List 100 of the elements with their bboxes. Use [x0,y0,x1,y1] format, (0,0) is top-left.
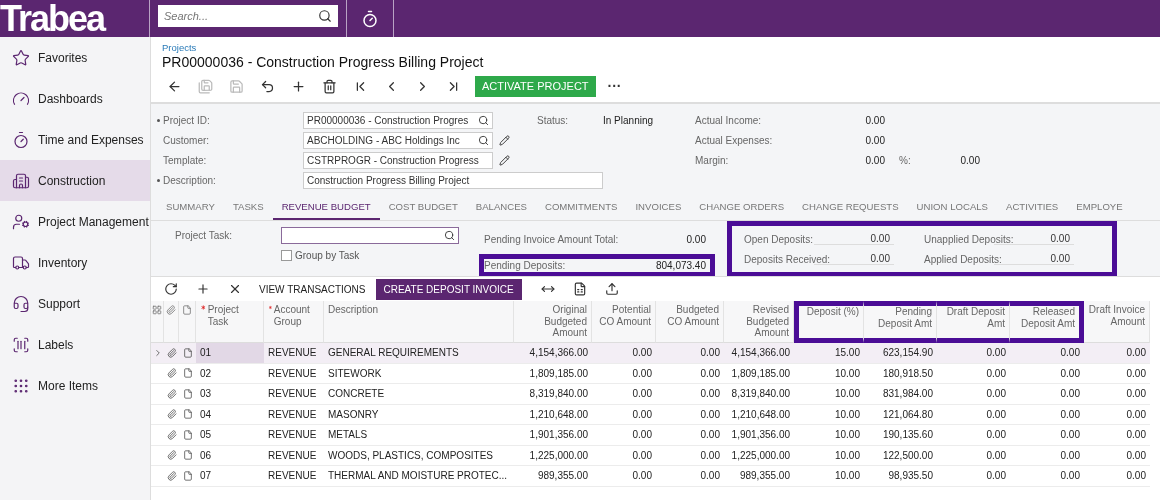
activate-button[interactable]: ACTIVATE PROJECT [475,75,596,97]
sidebar-item[interactable]: More Items [0,365,150,406]
breadcrumb-link[interactable]: Projects [162,42,197,53]
sidebar-item[interactable]: Support [0,283,150,324]
note-icon[interactable] [182,347,193,358]
required-icon [268,304,273,311]
field-label: Project Task: [175,229,234,241]
note-icon[interactable] [182,368,193,379]
table-cell: 0.00 [592,343,656,364]
field-label: Pending Deposits: [484,260,566,271]
tab[interactable]: UNION LOCALS [907,194,998,220]
column-header[interactable]: Pending Deposit Amt [864,301,937,343]
table-cell: REVENUE [264,343,324,364]
grid-settings-icon[interactable] [152,305,162,315]
view-transactions-button[interactable]: VIEW TRANSACTIONS [253,283,372,295]
tab[interactable]: CHANGE REQUESTS [793,194,908,220]
required-icon [200,304,207,311]
field-value: 0.00 [814,233,894,245]
field-label: Project ID: [157,114,303,126]
note-icon[interactable] [182,429,193,440]
more-button[interactable]: ··· [601,77,628,95]
paperclip-icon[interactable] [166,470,177,481]
column-header[interactable]: Description [324,301,514,343]
table-cell: GENERAL REQUIREMENTS [324,343,514,364]
paperclip-icon [166,305,176,315]
field-label: Deposits Received: [744,253,832,265]
search-icon[interactable] [478,134,489,146]
table-cell: 0.00 [937,343,1010,364]
sidebar-item[interactable]: Project Management [0,201,150,242]
field-label: Unapplied Deposits: [924,233,1015,245]
column-header[interactable]: Project Task [196,301,264,343]
paperclip-icon[interactable] [166,450,177,461]
gauge-icon [12,89,30,108]
stopwatch-icon [12,130,30,149]
timer-icon[interactable] [361,9,379,28]
search-icon[interactable] [444,229,455,241]
building-icon [12,171,30,190]
sidebar-item[interactable]: Dashboards [0,78,150,119]
paperclip-icon[interactable] [166,429,177,440]
note-icon[interactable] [182,388,193,399]
field-label: Customer: [162,134,211,146]
sidebar-item[interactable]: Time and Expenses [0,119,150,160]
column-header[interactable]: Released Deposit Amt [1010,301,1084,343]
sidebar-item[interactable]: Construction [0,160,150,201]
paperclip-icon[interactable] [166,347,177,358]
tab[interactable]: TASKS [223,194,273,220]
table-cell: 4,154,366.00 [514,343,592,364]
dots-grid-icon [12,376,30,395]
edit-icon[interactable] [499,134,510,146]
input-field[interactable]: CSTRPROGR - Construction Progress [303,151,493,169]
field-label: Template: [162,154,208,166]
tab[interactable]: EMPLOYE [1067,194,1132,220]
sidebar-item[interactable]: Labels [0,324,150,365]
column-header[interactable]: Original Budgeted Amount [514,301,592,343]
table-cell: 0.00 [1084,343,1150,364]
field-label: Description: [157,174,303,186]
column-header[interactable]: Draft Deposit Amt [937,301,1010,343]
note-icon[interactable] [182,470,193,481]
group-by-task-checkbox[interactable]: Group by Task [281,249,459,261]
field-value: 0.00 [686,234,706,245]
field-label: Open Deposits: [744,233,814,245]
field-label: Applied Deposits: [924,253,1003,265]
column-header[interactable]: Account Group [264,301,324,343]
tab[interactable]: INVOICES [626,194,691,220]
column-header[interactable]: Draft Invoice Amount [1084,301,1150,343]
table-cell: 4,154,366.00 [724,343,794,364]
input-field[interactable] [281,226,459,244]
sidebar-item[interactable]: Inventory [0,242,150,283]
field-value: 0.00 [864,154,885,166]
input-field[interactable]: PR00000036 - Construction Progres [303,111,493,129]
column-header[interactable]: Potential CO Amount [592,301,656,343]
field-label: Status: [536,114,570,126]
field-value: 0.00 [959,154,980,166]
paperclip-icon[interactable] [166,388,177,399]
status-value: In Planning [603,114,655,126]
truck-icon [12,253,30,272]
input-field[interactable]: Construction Progress Billing Project [303,171,603,189]
note-icon[interactable] [182,409,193,420]
note-icon[interactable] [182,450,193,461]
column-header[interactable]: Budgeted CO Amount [656,301,724,343]
tab[interactable]: COST BUDGET [379,194,467,220]
tab[interactable]: ACTIVITIES [997,194,1068,220]
input-field[interactable]: ABCHOLDING - ABC Holdings Inc [303,131,493,149]
field-value: 0.00 [864,134,885,146]
tab[interactable]: BALANCES [466,194,536,220]
search-icon[interactable] [478,114,489,126]
paperclip-icon[interactable] [166,368,177,379]
paperclip-icon[interactable] [166,409,177,420]
tab[interactable]: CHANGE ORDERS [690,194,794,220]
search-field[interactable]: Search... [158,5,338,27]
edit-icon[interactable] [499,154,510,166]
tab[interactable]: COMMITMENTS [535,194,627,220]
tab[interactable]: SUMMARY [157,194,224,220]
column-header[interactable]: Revised Budgeted Amount [724,301,794,343]
sidebar-item[interactable]: Favorites [0,37,150,78]
create-deposit-invoice-button[interactable]: CREATE DEPOSIT INVOICE [375,278,522,300]
field-value: 804,073.40 [655,260,706,271]
field-label: Actual Income: [695,114,763,126]
column-header[interactable]: Deposit (%) [794,301,864,343]
search-icon[interactable] [318,9,332,23]
